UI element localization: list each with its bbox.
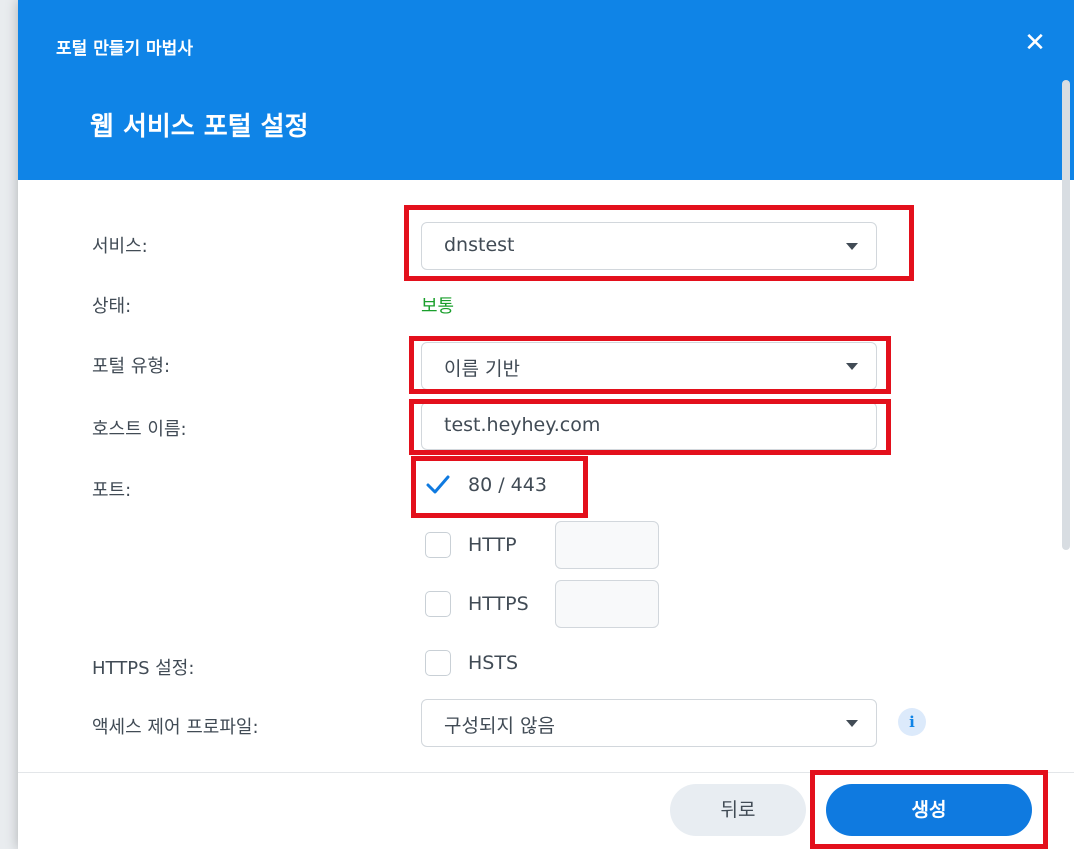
info-icon[interactable]: i (898, 708, 926, 736)
service-select-value: dnstest (444, 234, 515, 256)
dialog-header: 포털 만들기 마법사 ✕ 웹 서비스 포털 설정 (18, 0, 1074, 180)
https-label: HTTPS (468, 593, 529, 615)
chevron-down-icon (846, 720, 858, 727)
status-value: 보통 (421, 296, 455, 317)
page-heading: 웹 서비스 포털 설정 (90, 112, 309, 142)
back-button[interactable]: 뒤로 (670, 784, 806, 836)
http-port-input[interactable] (555, 521, 659, 569)
close-icon[interactable]: ✕ (1018, 26, 1052, 60)
checkmark-icon (426, 475, 450, 494)
https-port-input[interactable] (555, 580, 659, 628)
chevron-down-icon (846, 363, 858, 370)
https-settings-label: HTTPS 설정: (92, 658, 195, 679)
service-select[interactable]: dnstest (421, 222, 877, 270)
hsts-checkbox[interactable] (425, 650, 451, 676)
status-label: 상태: (92, 296, 132, 317)
hsts-label: HSTS (468, 652, 519, 674)
port-label: 포트: (92, 480, 132, 501)
access-profile-select[interactable]: 구성되지 않음 (421, 699, 877, 747)
port-80-443-label: 80 / 443 (468, 474, 547, 496)
http-label: HTTP (468, 534, 517, 556)
hostname-label: 호스트 이름: (92, 419, 187, 440)
portal-type-label: 포털 유형: (92, 356, 171, 377)
service-label: 서비스: (92, 236, 148, 257)
http-checkbox[interactable] (425, 532, 451, 558)
dialog-title: 포털 만들기 마법사 (56, 39, 193, 59)
access-profile-label: 액세스 제어 프로파일: (92, 717, 259, 738)
chevron-down-icon (846, 243, 858, 250)
portal-type-select-value: 이름 기반 (444, 358, 520, 380)
access-profile-select-value: 구성되지 않음 (444, 715, 555, 737)
footer-divider (18, 772, 1074, 773)
scrollbar-thumb[interactable] (1062, 80, 1070, 550)
portal-wizard-dialog: 포털 만들기 마법사 ✕ 웹 서비스 포털 설정 서비스: dnstest 상태… (18, 0, 1074, 849)
https-checkbox[interactable] (425, 591, 451, 617)
create-button[interactable]: 생성 (826, 784, 1032, 836)
hostname-input-value: test.heyhey.com (444, 414, 601, 436)
hostname-input[interactable]: test.heyhey.com (421, 402, 877, 450)
portal-type-select[interactable]: 이름 기반 (421, 342, 877, 390)
scrollbar[interactable] (1058, 80, 1074, 550)
port-80-443-checkbox[interactable] (425, 472, 451, 498)
